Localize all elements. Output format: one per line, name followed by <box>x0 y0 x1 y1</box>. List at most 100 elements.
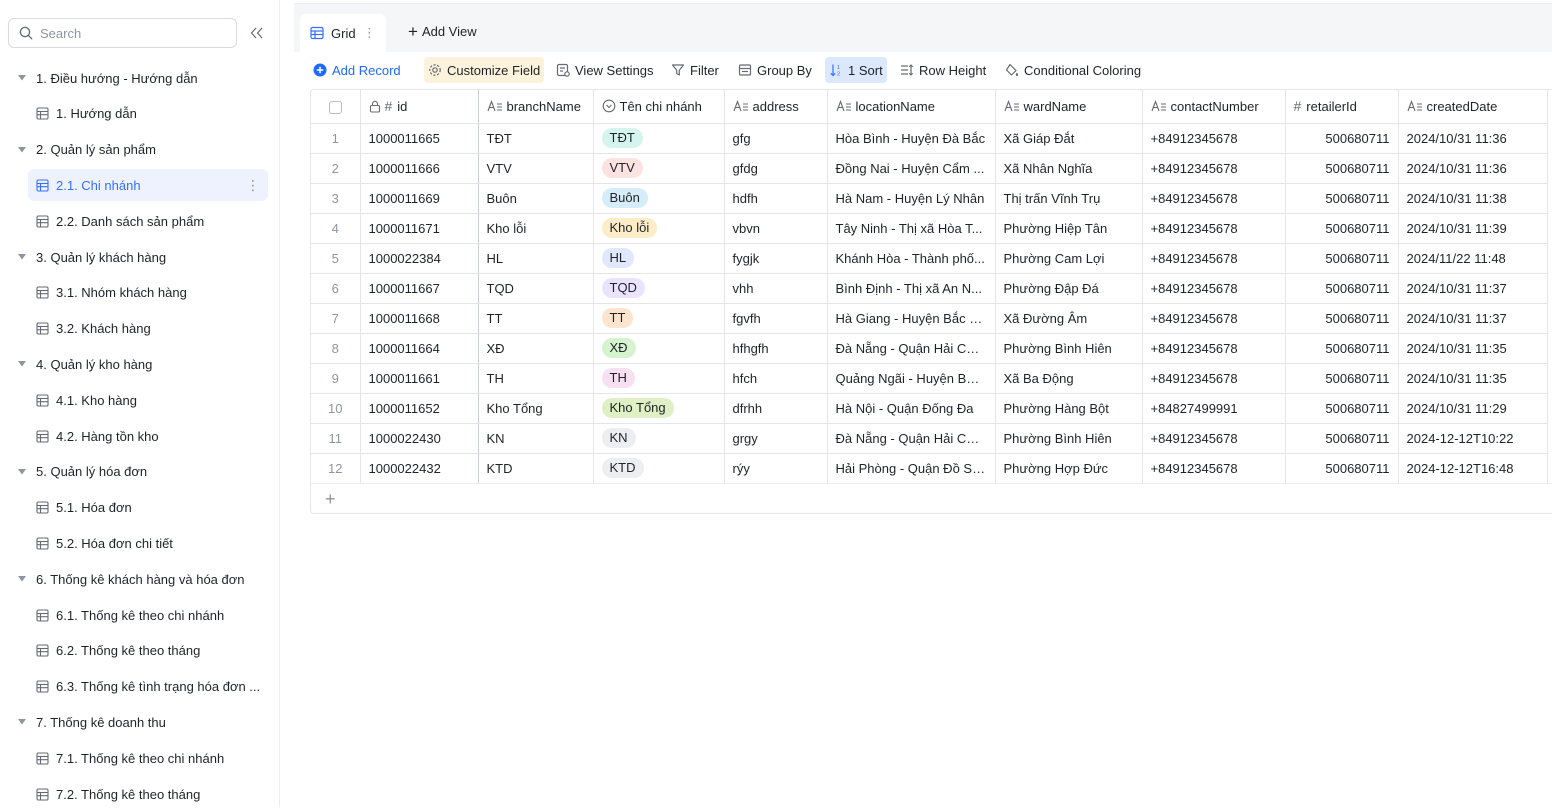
more-vertical-icon[interactable]: ⋮ <box>363 25 376 41</box>
cell-branchName[interactable]: TT <box>478 303 594 334</box>
filter-button[interactable]: Filter <box>671 57 719 83</box>
table-row[interactable]: 10 1000011652 Kho Tổng Kho Tổng dfrhh Hà Nội … <box>311 393 1548 424</box>
cell-retailerId[interactable]: 500680711 <box>1285 333 1399 364</box>
table-row[interactable]: 6 1000011667 TQD TQD vhh Bình Định - Thị xã A… <box>311 273 1548 304</box>
column-header-wardName[interactable]: wardName <box>995 90 1143 124</box>
cell-locationName[interactable]: Bình Định - Thị xã An N... <box>827 273 996 304</box>
sidebar-item[interactable]: 1. Hướng dẫn <box>28 98 268 130</box>
cell-wardName[interactable]: Phường Bình Hiên <box>995 333 1143 364</box>
column-header-branchName[interactable]: branchName <box>478 90 594 124</box>
sidebar-group[interactable]: 1. Điều hướng - Hướng dẫn <box>0 62 272 94</box>
sidebar-item[interactable]: 4.1. Kho hàng <box>28 384 268 416</box>
cell-id[interactable]: 1000011668 <box>360 303 479 334</box>
sidebar-item[interactable]: 7.2. Thống kê theo tháng <box>28 778 268 810</box>
sidebar-item[interactable]: 7.1. Thống kê theo chi nhánh <box>28 742 268 774</box>
sidebar-group[interactable]: 5. Quản lý hóa đơn <box>0 456 272 488</box>
column-header-retailerId[interactable]: # retailerId <box>1285 90 1399 124</box>
cell-wardName[interactable]: Phường Cam Lợi <box>995 243 1143 274</box>
sidebar-item[interactable]: 6.3. Thống kê tình trạng hóa đơn ... <box>28 671 268 703</box>
cell-createdDate[interactable]: 2024-12-12T10:22 <box>1398 423 1548 454</box>
cell-createdDate[interactable]: 2024/10/31 11:37 <box>1398 273 1548 304</box>
sidebar-group[interactable]: 3. Quản lý khách hàng <box>0 241 272 273</box>
sidebar-item[interactable]: 3.2. Khách hàng <box>28 313 268 345</box>
cell-branchName[interactable]: VTV <box>478 153 594 184</box>
cell-branchName[interactable]: HL <box>478 243 594 274</box>
cell-branchName[interactable]: TĐT <box>478 123 594 154</box>
cell-id[interactable]: 1000011666 <box>360 153 479 184</box>
cell-contactNumber[interactable]: +84827499991 <box>1142 393 1286 424</box>
cell-wardName[interactable]: Phường Hàng Bột <box>995 393 1143 424</box>
sidebar-item[interactable]: 6.2. Thống kê theo tháng <box>28 635 268 667</box>
tab-grid-view[interactable]: Grid ⋮ <box>300 14 386 52</box>
cell-locationName[interactable]: Hà Nam - Huyện Lý Nhân <box>827 183 996 214</box>
cell-address[interactable]: vbvn <box>724 213 828 244</box>
cell-ten-chi-nhanh[interactable]: VTV <box>593 153 725 184</box>
cell-branchName[interactable]: Buôn <box>478 183 594 214</box>
sort-button[interactable]: 12 1 Sort <box>825 57 887 83</box>
cell-ten-chi-nhanh[interactable]: TT <box>593 303 725 334</box>
cell-id[interactable]: 1000011661 <box>360 363 479 394</box>
cell-branchName[interactable]: KTD <box>478 453 594 484</box>
table-row[interactable]: 11 1000022430 KN KN grgy Đà Nẵng - Quận Hải C… <box>311 423 1548 454</box>
cell-wardName[interactable]: Thị trấn Vĩnh Trụ <box>995 183 1143 214</box>
cell-address[interactable]: gfdg <box>724 153 828 184</box>
cell-contactNumber[interactable]: +84912345678 <box>1142 273 1286 304</box>
cell-address[interactable]: fygjk <box>724 243 828 274</box>
column-header-createdDate[interactable]: createdDate <box>1398 90 1548 124</box>
cell-wardName[interactable]: Phường Bình Hiên <box>995 423 1143 454</box>
cell-address[interactable]: hdfh <box>724 183 828 214</box>
cell-address[interactable]: fgvfh <box>724 303 828 334</box>
cell-createdDate[interactable]: 2024/10/31 11:39 <box>1398 213 1548 244</box>
cell-contactNumber[interactable]: +84912345678 <box>1142 363 1286 394</box>
cell-createdDate[interactable]: 2024/10/31 11:37 <box>1398 303 1548 334</box>
cell-branchName[interactable]: Kho Tổng <box>478 393 594 424</box>
sidebar-group[interactable]: 2. Quản lý sản phẩm <box>0 134 272 166</box>
cell-createdDate[interactable]: 2024/10/31 11:36 <box>1398 153 1548 184</box>
cell-ten-chi-nhanh[interactable]: Buôn <box>593 183 725 214</box>
more-vertical-icon[interactable]: ⋮ <box>246 177 260 194</box>
cell-contactNumber[interactable]: +84912345678 <box>1142 333 1286 364</box>
cell-createdDate[interactable]: 2024/10/31 11:38 <box>1398 183 1548 214</box>
cell-locationName[interactable]: Hà Nội - Quận Đống Đa <box>827 393 996 424</box>
cell-address[interactable]: vhh <box>724 273 828 304</box>
table-row[interactable]: 1 1000011665 TĐT TĐT gfg Hòa Bình - Huyện Đà … <box>311 123 1548 154</box>
cell-address[interactable]: dfrhh <box>724 393 828 424</box>
cell-locationName[interactable]: Đà Nẵng - Quận Hải Châu <box>827 333 996 364</box>
cell-retailerId[interactable]: 500680711 <box>1285 423 1399 454</box>
cell-ten-chi-nhanh[interactable]: KN <box>593 423 725 454</box>
cell-contactNumber[interactable]: +84912345678 <box>1142 213 1286 244</box>
cell-branchName[interactable]: XĐ <box>478 333 594 364</box>
column-header-ten-chi-nhanh[interactable]: Tên chi nhánh <box>593 90 725 124</box>
view-settings-button[interactable]: View Settings <box>556 57 654 83</box>
cell-locationName[interactable]: Đà Nẵng - Quận Hải Châu <box>827 423 996 454</box>
cell-id[interactable]: 1000022430 <box>360 423 479 454</box>
cell-branchName[interactable]: TH <box>478 363 594 394</box>
sidebar-item[interactable]: 5.2. Hóa đơn chi tiết <box>28 527 268 559</box>
cell-contactNumber[interactable]: +84912345678 <box>1142 123 1286 154</box>
cell-locationName[interactable]: Hà Giang - Huyện Bắc Mê <box>827 303 996 334</box>
cell-contactNumber[interactable]: +84912345678 <box>1142 423 1286 454</box>
cell-ten-chi-nhanh[interactable]: KTD <box>593 453 725 484</box>
cell-locationName[interactable]: Hải Phòng - Quận Đồ Sơn <box>827 453 996 484</box>
column-header-contactNumber[interactable]: contactNumber <box>1142 90 1286 124</box>
cell-locationName[interactable]: Khánh Hòa - Thành phố... <box>827 243 996 274</box>
cell-wardName[interactable]: Phường Đập Đá <box>995 273 1143 304</box>
cell-ten-chi-nhanh[interactable]: TQD <box>593 273 725 304</box>
cell-address[interactable]: hfhgfh <box>724 333 828 364</box>
cell-locationName[interactable]: Đồng Nai - Huyện Cẩm ... <box>827 153 996 184</box>
cell-address[interactable]: rýy <box>724 453 828 484</box>
cell-createdDate[interactable]: 2024/10/31 11:29 <box>1398 393 1548 424</box>
cell-retailerId[interactable]: 500680711 <box>1285 183 1399 214</box>
cell-locationName[interactable]: Hòa Bình - Huyện Đà Bắc <box>827 123 996 154</box>
cell-createdDate[interactable]: 2024/10/31 11:36 <box>1398 123 1548 154</box>
cell-retailerId[interactable]: 500680711 <box>1285 453 1399 484</box>
search-input[interactable] <box>40 25 220 41</box>
cell-createdDate[interactable]: 2024/11/22 11:48 <box>1398 243 1548 274</box>
cell-ten-chi-nhanh[interactable]: XĐ <box>593 333 725 364</box>
cell-address[interactable]: gfg <box>724 123 828 154</box>
cell-id[interactable]: 1000011671 <box>360 213 479 244</box>
select-all-checkbox[interactable] <box>328 100 342 114</box>
sidebar-group[interactable]: 6. Thống kê khách hàng và hóa đơn <box>0 563 272 595</box>
table-row[interactable]: 4 1000011671 Kho lỗi Kho lỗi vbvn Tây Ninh - … <box>311 213 1548 244</box>
group-by-button[interactable]: Group By <box>738 57 812 83</box>
